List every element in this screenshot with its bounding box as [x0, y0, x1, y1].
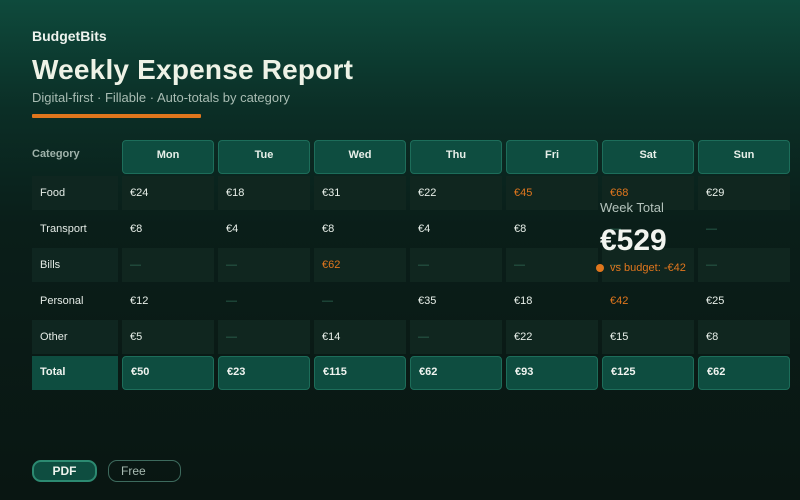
expense-cell-personal-mon[interactable]: €12	[122, 284, 214, 318]
row-label-personal: Personal	[40, 295, 84, 307]
status-dot-icon	[596, 264, 604, 272]
accent-divider	[32, 114, 201, 118]
total-cell-sat: €125	[602, 356, 694, 390]
budget-comparison: vs budget: -€42	[596, 262, 686, 274]
day-header-tue: Tue	[218, 140, 310, 174]
expense-cell-food-sun[interactable]: €29	[698, 176, 790, 210]
expense-cell-other-sun[interactable]: €8	[698, 320, 790, 354]
row-label-food: Food	[32, 176, 118, 210]
expense-cell-transport-wed[interactable]: €8	[314, 212, 406, 246]
expense-cell-food-mon[interactable]: €24	[122, 176, 214, 210]
expense-cell-food-wed[interactable]: €31	[314, 176, 406, 210]
expense-cell-transport-fri[interactable]: €8	[506, 212, 598, 246]
total-cell-thu: €62	[410, 356, 502, 390]
expense-cell-personal-sun[interactable]: €25	[698, 284, 790, 318]
row-label-other: Other	[32, 320, 118, 354]
expense-cell-personal-fri[interactable]: €18	[506, 284, 598, 318]
total-row-label: Total	[32, 356, 118, 390]
day-header-sun: Sun	[698, 140, 790, 174]
expense-cell-other-sat[interactable]: €15	[602, 320, 694, 354]
expense-cell-food-fri[interactable]: €45	[506, 176, 598, 210]
expense-cell-personal-tue[interactable]: —	[218, 284, 310, 318]
day-header-sat: Sat	[602, 140, 694, 174]
total-cell-wed: €115	[314, 356, 406, 390]
category-column-header: Category	[32, 148, 80, 160]
expense-cell-bills-fri[interactable]: —	[506, 248, 598, 282]
day-header-mon: Mon	[122, 140, 214, 174]
row-label-transport: Transport	[40, 223, 87, 235]
page-subtitle: Digital-first · Fillable · Auto-totals b…	[32, 90, 290, 105]
expense-cell-bills-thu[interactable]: —	[410, 248, 502, 282]
week-total-label: Week Total	[600, 200, 664, 215]
day-header-fri: Fri	[506, 140, 598, 174]
expense-cell-bills-tue[interactable]: —	[218, 248, 310, 282]
expense-cell-other-fri[interactable]: €22	[506, 320, 598, 354]
expense-cell-transport-thu[interactable]: €4	[410, 212, 502, 246]
total-cell-fri: €93	[506, 356, 598, 390]
expense-cell-other-thu[interactable]: —	[410, 320, 502, 354]
pdf-button[interactable]: PDF	[32, 460, 97, 482]
expense-cell-transport-mon[interactable]: €8	[122, 212, 214, 246]
expense-cell-food-thu[interactable]: €22	[410, 176, 502, 210]
total-cell-sun: €62	[698, 356, 790, 390]
expense-cell-other-tue[interactable]: —	[218, 320, 310, 354]
total-cell-mon: €50	[122, 356, 214, 390]
expense-cell-transport-sun[interactable]: —	[698, 212, 790, 246]
expense-cell-food-tue[interactable]: €18	[218, 176, 310, 210]
expense-cell-bills-wed[interactable]: €62	[314, 248, 406, 282]
budget-delta-text: vs budget: -€42	[610, 262, 686, 274]
day-header-wed: Wed	[314, 140, 406, 174]
page-title: Weekly Expense Report	[32, 54, 354, 85]
expense-cell-personal-wed[interactable]: —	[314, 284, 406, 318]
day-header-thu: Thu	[410, 140, 502, 174]
brand-name: BudgetBits	[32, 28, 107, 44]
expense-cell-bills-mon[interactable]: —	[122, 248, 214, 282]
expense-cell-personal-thu[interactable]: €35	[410, 284, 502, 318]
expense-cell-other-wed[interactable]: €14	[314, 320, 406, 354]
free-button[interactable]: Free	[108, 460, 181, 482]
week-total-value: €529	[600, 224, 667, 257]
expense-cell-transport-tue[interactable]: €4	[218, 212, 310, 246]
row-label-bills: Bills	[32, 248, 118, 282]
expense-cell-personal-sat[interactable]: €42	[602, 284, 694, 318]
total-cell-tue: €23	[218, 356, 310, 390]
expense-cell-other-mon[interactable]: €5	[122, 320, 214, 354]
expense-cell-bills-sun[interactable]: —	[698, 248, 790, 282]
